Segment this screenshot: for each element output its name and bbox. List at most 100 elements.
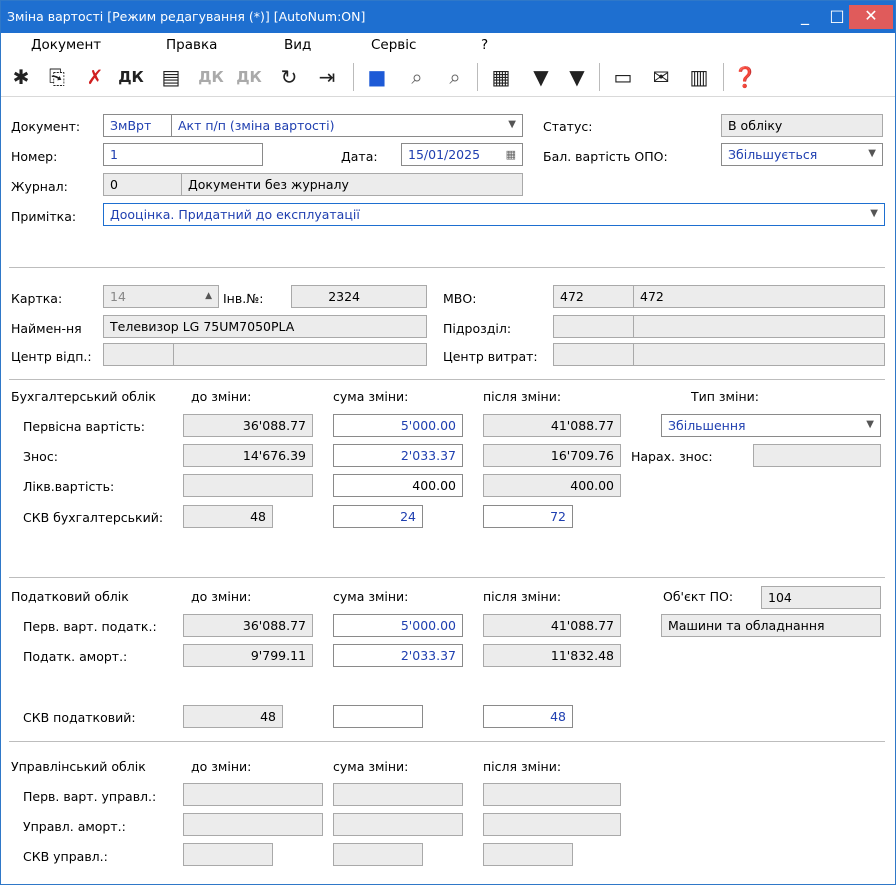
tax-after-field[interactable]: 48 [483, 705, 573, 728]
dept-name-field [633, 315, 885, 338]
card-field[interactable]: 14 ▲ [103, 285, 219, 308]
acc-col-change: сума зміни: [333, 389, 409, 404]
dk-gray-icon[interactable]: ДК [197, 63, 225, 91]
acc-before-field [183, 474, 313, 497]
divider [9, 379, 885, 380]
refresh-icon[interactable]: ↻ [275, 63, 303, 91]
close-button[interactable]: ✕ [849, 5, 893, 29]
balance-select[interactable]: Збільшується ▼ [721, 143, 883, 166]
accounting-header: Бухгалтерський облік [11, 389, 156, 404]
window: Зміна вартості [Режим редагування (*)] [… [0, 0, 896, 885]
acc-change-field[interactable]: 2'033.37 [333, 444, 463, 467]
tax-col-change: сума зміни: [333, 589, 409, 604]
note-icon[interactable]: ▭ [609, 63, 637, 91]
change-type-select[interactable]: Збільшення ▼ [661, 414, 881, 437]
copy-doc-icon[interactable]: ⎘ [43, 63, 71, 91]
journal-label: Журнал: [11, 179, 68, 194]
tax-after-field: 41'088.77 [483, 614, 621, 637]
delete-doc-icon[interactable]: ✗ [81, 63, 109, 91]
help-icon[interactable]: ❓ [731, 63, 759, 91]
menu-service[interactable]: Сервіс [371, 37, 416, 53]
mgmt-change-field[interactable] [333, 843, 423, 866]
mgmt-change-field[interactable] [333, 783, 463, 806]
library-icon[interactable]: ▥ [685, 63, 713, 91]
mgmt-row-label: Перв. варт. управл.: [23, 789, 157, 804]
number-field[interactable]: 1 [103, 143, 263, 166]
toolbar-separator [477, 63, 478, 91]
filter-clear-icon[interactable]: ▼ [563, 63, 591, 91]
exit-icon[interactable]: ⇥ [313, 63, 341, 91]
save-icon[interactable]: ■ [363, 63, 391, 91]
calendar-icon[interactable]: ▦ [506, 148, 516, 161]
acc-row-label: СКВ бухгалтерський: [23, 510, 164, 525]
acc-before-field: 14'676.39 [183, 444, 313, 467]
name-label: Наймен-ня [11, 321, 82, 336]
mail-icon[interactable]: ✉ [647, 63, 675, 91]
doc-type-select[interactable]: Акт п/п (зміна вартості) ▼ [171, 114, 523, 137]
find-next-icon[interactable]: ⌕ [441, 63, 469, 91]
accrual-label: Нарах. знос: [631, 449, 713, 464]
tax-col-after: після зміни: [483, 589, 562, 604]
date-label: Дата: [341, 149, 378, 164]
chevron-down-icon[interactable]: ▼ [866, 419, 874, 430]
resp-name-field [173, 343, 427, 366]
doc-code-field[interactable]: ЗмВрт [103, 114, 173, 137]
status-field: В обліку [721, 114, 883, 137]
acc-change-field[interactable]: 5'000.00 [333, 414, 463, 437]
management-header: Управлінський облік [11, 759, 146, 774]
mgmt-before-field [183, 843, 273, 866]
document-label: Документ: [11, 119, 81, 134]
menu-edit[interactable]: Правка [166, 37, 217, 53]
cost-label: Центр витрат: [443, 349, 538, 364]
cost-code-field[interactable] [553, 343, 635, 366]
chevron-down-icon[interactable]: ▼ [508, 119, 516, 130]
mgmt-change-field[interactable] [333, 813, 463, 836]
menu-document[interactable]: Документ [31, 37, 101, 53]
grid-icon[interactable]: ▦ [487, 63, 515, 91]
chevron-up-icon[interactable]: ▲ [205, 291, 212, 301]
journal-code-field[interactable]: 0 [103, 173, 183, 196]
doc-type-value: Акт п/п (зміна вартості) [178, 118, 335, 133]
acc-row-label: Первісна вартість: [23, 419, 145, 434]
menu-help[interactable]: ? [481, 37, 488, 53]
mgmt-row-label: СКВ управл.: [23, 849, 108, 864]
mgmt-after-field [483, 783, 621, 806]
cost-name-field [633, 343, 885, 366]
tax-change-field[interactable]: 2'033.37 [333, 644, 463, 667]
list-icon[interactable]: ▤ [157, 63, 185, 91]
note-value: Дооцінка. Придатний до експлуатації [110, 207, 360, 222]
journal-name-field: Документи без журналу [181, 173, 523, 196]
resp-code-field[interactable] [103, 343, 175, 366]
dk-icon[interactable]: ДК [117, 63, 145, 91]
menu-view[interactable]: Вид [284, 37, 311, 53]
mvo-name-field: 472 [633, 285, 885, 308]
dk-gray2-icon[interactable]: ДК [235, 63, 263, 91]
window-title: Зміна вартості [Режим редагування (*)] [… [7, 9, 366, 24]
filter-icon[interactable]: ▼ [527, 63, 555, 91]
acc-col-before: до зміни: [191, 389, 252, 404]
tax-before-field: 36'088.77 [183, 614, 313, 637]
acc-after-field: 400.00 [483, 474, 621, 497]
find-icon[interactable]: ⌕ [403, 63, 431, 91]
chevron-down-icon[interactable]: ▼ [870, 208, 878, 219]
object-code-field[interactable]: 104 [761, 586, 881, 609]
acc-after-field[interactable]: 72 [483, 505, 573, 528]
dept-code-field[interactable] [553, 315, 635, 338]
status-label: Статус: [543, 119, 593, 134]
acc-row-label: Лікв.вартість: [23, 479, 115, 494]
tax-change-field[interactable] [333, 705, 423, 728]
name-field: Телевизор LG 75UM7050PLA [103, 315, 427, 338]
inv-label: Інв.№: [223, 291, 264, 306]
acc-change-field[interactable]: 400.00 [333, 474, 463, 497]
acc-before-field: 36'088.77 [183, 414, 313, 437]
mvo-code-field[interactable]: 472 [553, 285, 635, 308]
accrual-field[interactable] [753, 444, 881, 467]
new-doc-icon[interactable]: ✱ [7, 63, 35, 91]
mgmt-after-field [483, 813, 621, 836]
tax-row-label: Перв. варт. податк.: [23, 619, 157, 634]
date-field[interactable]: 15/01/2025 ▦ [401, 143, 523, 166]
acc-change-field[interactable]: 24 [333, 505, 423, 528]
tax-change-field[interactable]: 5'000.00 [333, 614, 463, 637]
chevron-down-icon[interactable]: ▼ [868, 148, 876, 159]
note-field[interactable]: Дооцінка. Придатний до експлуатації ▼ [103, 203, 885, 226]
